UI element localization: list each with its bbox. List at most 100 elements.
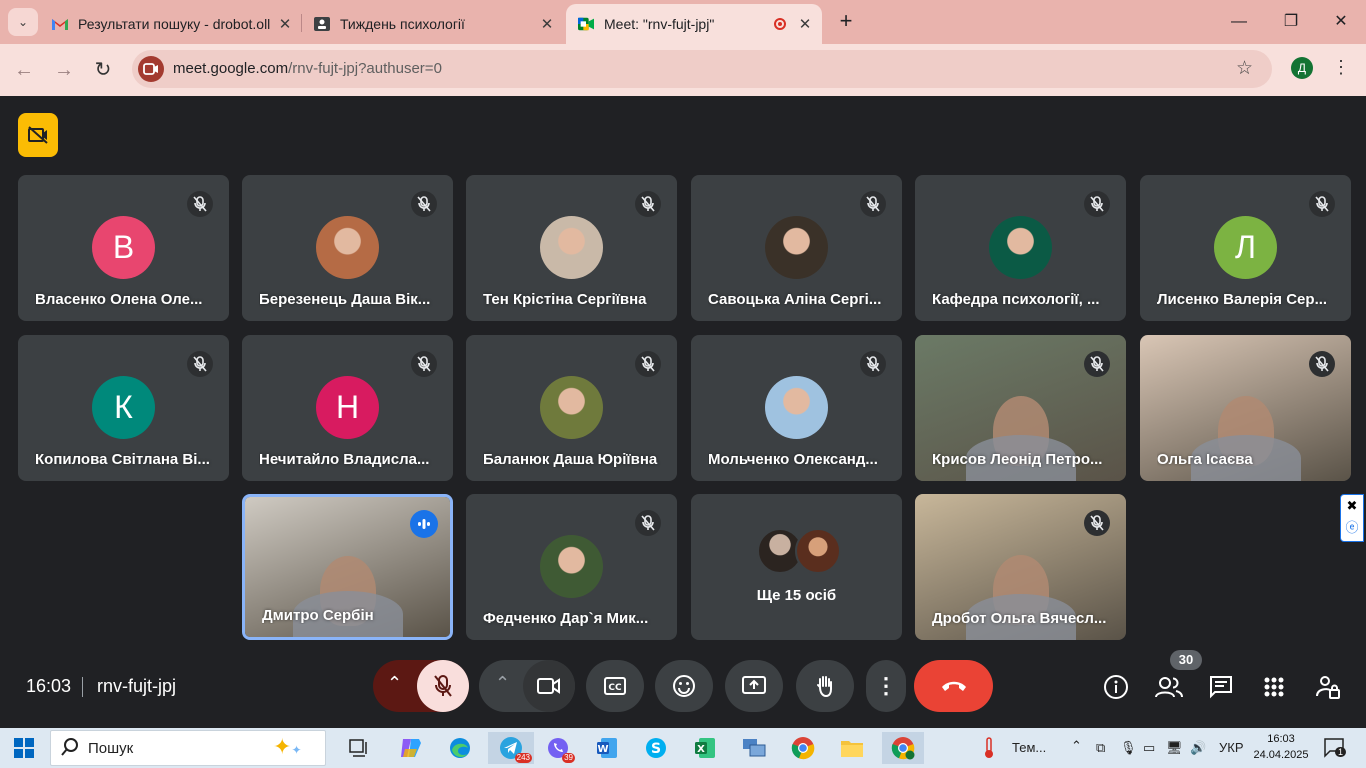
chrome-icon[interactable] [784,732,822,764]
windows-start-icon[interactable] [14,738,34,758]
extension-icon[interactable]: ⓔ [1341,517,1363,539]
participant-tile[interactable]: Л Лисенко Валерія Сер... [1140,175,1351,321]
side-widget[interactable]: ✖ ⓔ [1340,494,1364,542]
omnibox[interactable]: meet.google.com/rnv-fujt-jpj?authuser=0 … [132,50,1272,88]
chevron-down-icon: ⌄ [17,15,29,29]
close-icon[interactable]: ✕ [794,15,816,33]
avatar [795,528,841,574]
raise-hand-button[interactable] [796,660,854,712]
no-video-badge[interactable] [18,113,58,157]
mic-toggle-button[interactable] [417,660,469,712]
participant-tile[interactable]: К Копилова Світлана Ві... [18,335,229,481]
people-button[interactable] [1154,672,1184,702]
meet-tray-icon[interactable]: ⧉ [1096,740,1105,756]
close-window-button[interactable]: ✕ [1318,8,1364,36]
tab-title: Тиждень психології [340,16,465,32]
weather-icon[interactable] [982,737,996,762]
close-icon[interactable]: ✖ [1341,495,1363,517]
participant-count-badge: 30 [1170,650,1202,670]
participant-tile[interactable]: Дмитро Сербін [242,494,453,640]
captions-button[interactable]: CC [586,660,644,712]
viber-icon[interactable]: 39 [539,732,577,764]
forward-button[interactable]: → [50,56,78,84]
taskbar-clock[interactable]: 16:03 24.04.2025 [1251,731,1311,763]
participant-tile[interactable]: Кафедра психології, ... [915,175,1126,321]
more-participants-tile[interactable]: Ще 15 осіб [691,494,902,640]
chevron-up-icon[interactable]: ⌃ [1071,738,1082,754]
participant-tile[interactable]: В Власенко Олена Оле... [18,175,229,321]
meeting-code: rnv-fujt-jpj [97,676,177,696]
participant-name: Савоцька Аліна Сергі... [708,291,882,308]
maximize-button[interactable]: ❐ [1268,8,1314,36]
taskbar-search[interactable]: Пошук ✦✦ [50,730,326,766]
participant-tile[interactable]: Ольга Ісаєва [1140,335,1351,481]
more-options-button[interactable]: ⋮ [866,660,906,712]
tab-classroom[interactable]: Тиждень психології ✕ [302,4,564,44]
hand-icon [817,676,832,698]
chrome-profile-icon[interactable] [882,732,924,764]
excel-icon[interactable]: X [686,732,724,764]
edge-icon[interactable] [441,732,479,764]
meeting-details-button[interactable] [1101,672,1131,702]
tab-search-button[interactable]: ⌄ [8,8,38,36]
network-icon[interactable]: 🖥 [1166,740,1183,756]
weather-text[interactable]: Тем... [1012,740,1046,755]
file-explorer-icon[interactable] [833,732,871,764]
avatar: Л [1214,216,1277,279]
copilot-icon[interactable] [392,732,430,764]
participant-tile[interactable]: Дробот Ольга Вячесл... [915,494,1126,640]
close-icon[interactable]: ✕ [536,15,558,33]
minimize-button[interactable]: — [1216,8,1262,36]
captions-icon: CC [604,677,626,695]
activities-button[interactable] [1259,672,1289,702]
telegram-icon[interactable]: 243 [488,732,534,764]
bookmark-star-icon[interactable]: ☆ [1236,57,1253,80]
notifications-icon[interactable]: 1 [1324,738,1347,761]
tab-gmail[interactable]: Результати пошуку - drobot.oll ✕ [40,4,302,44]
close-icon[interactable]: ✕ [274,15,296,33]
skype-icon[interactable]: S [637,732,675,764]
back-button[interactable]: ← [10,56,38,84]
url-text[interactable]: meet.google.com/rnv-fujt-jpj?authuser=0 [173,60,442,77]
participant-tile[interactable]: Березенець Даша Вік... [242,175,453,321]
participant-name: Березенець Даша Вік... [259,291,431,308]
new-tab-button[interactable]: + [834,10,858,34]
camera-icon[interactable] [138,56,164,82]
participant-tile[interactable]: Н Нечитайло Владисла... [242,335,453,481]
word-icon[interactable]: W [588,732,626,764]
tab-meet[interactable]: Meet: "rnv-fujt-jpj" ✕ [566,4,822,44]
chevron-up-icon[interactable]: ⌃ [495,673,510,694]
reactions-button[interactable] [655,660,713,712]
participant-tile[interactable]: Мольченко Олександ... [691,335,902,481]
video-options-button[interactable]: ⌃ [479,660,575,712]
volume-icon[interactable]: 🔊 [1190,740,1206,756]
meet-control-bar: 16:03 rnv-fujt-jpj ⌃ ⌃ CC ⋮ 30 [0,650,1366,728]
browser-menu-icon[interactable]: ⋮ [1332,57,1350,78]
battery-icon[interactable]: ▭ [1143,740,1155,756]
video-off-icon [28,126,48,144]
leave-call-button[interactable] [914,660,993,712]
participant-name: Копилова Світлана Ві... [35,451,210,468]
participant-tile[interactable]: Тен Крістіна Сергіївна [466,175,677,321]
apps-grid-icon [1264,677,1284,697]
participant-tile[interactable]: Федченко Дар`я Мик... [466,494,677,640]
address-bar: ← → ↻ meet.google.com/rnv-fujt-jpj?authu… [0,44,1366,96]
participant-tile[interactable]: Крисов Леонід Петро... [915,335,1126,481]
remote-desktop-icon[interactable] [735,732,773,764]
reload-button[interactable]: ↻ [89,56,117,84]
task-view-icon[interactable] [340,732,378,764]
lock-person-icon [1316,676,1340,699]
participant-tile[interactable]: Савоцька Аліна Сергі... [691,175,902,321]
language-indicator[interactable]: УКР [1219,740,1244,755]
host-controls-button[interactable] [1313,672,1343,702]
chevron-up-icon[interactable]: ⌃ [387,673,402,694]
profile-avatar[interactable]: Д [1291,57,1313,79]
audio-options-button[interactable]: ⌃ [373,660,469,712]
participant-tile[interactable]: Баланюк Даша Юріївна [466,335,677,481]
camera-toggle-button[interactable] [523,660,575,712]
participant-name: Тен Крістіна Сергіївна [483,291,647,308]
present-button[interactable] [725,660,783,712]
microphone-icon[interactable]: 🎙 [1120,740,1137,756]
mic-off-icon [411,351,437,377]
chat-button[interactable] [1206,672,1236,702]
